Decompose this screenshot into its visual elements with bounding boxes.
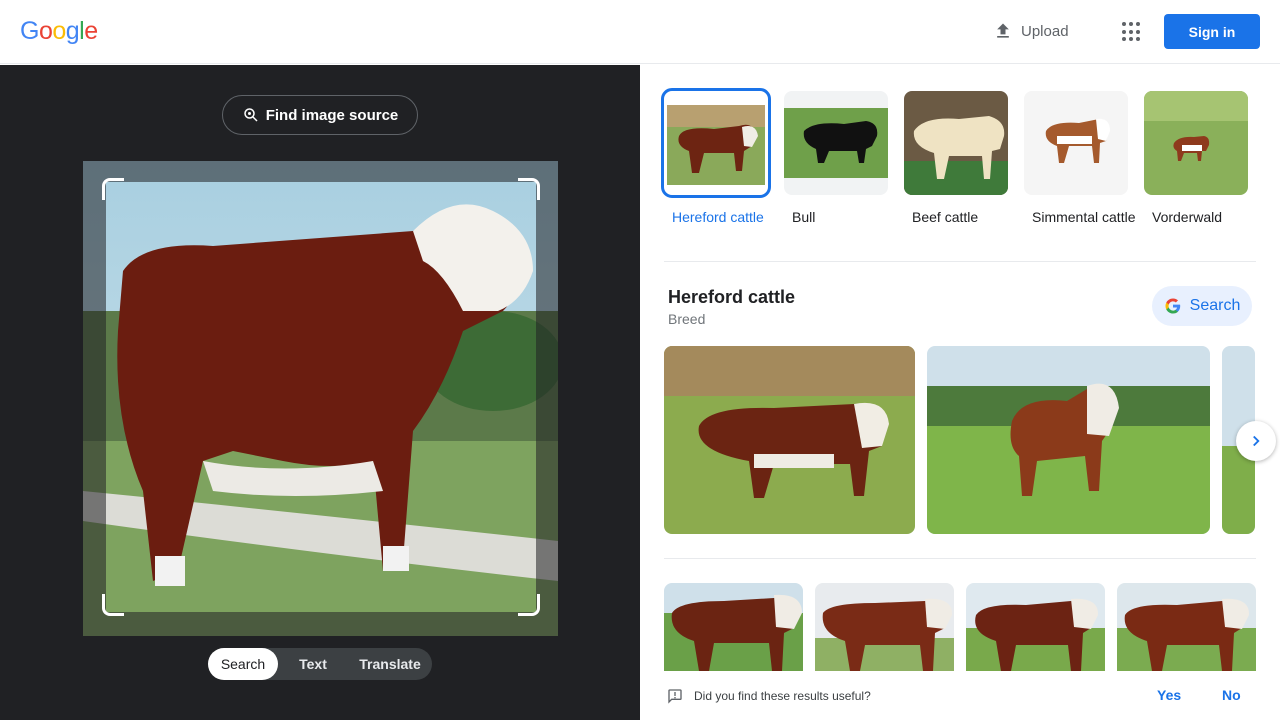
lens-mode-tabs: Search Text Translate bbox=[208, 648, 432, 680]
feedback-no-button[interactable]: No bbox=[1222, 687, 1241, 703]
result-image[interactable] bbox=[966, 583, 1105, 671]
tab-search[interactable]: Search bbox=[208, 648, 278, 680]
crop-handle-top-right[interactable] bbox=[518, 178, 540, 200]
crop-handle-top-left[interactable] bbox=[102, 178, 124, 200]
chip-bull[interactable]: Bull bbox=[784, 91, 896, 227]
chip-label: Vorderwald bbox=[1152, 209, 1223, 225]
entity-chips: Hereford cattle Bull Beef cattle Simment… bbox=[661, 88, 1264, 227]
logo-letter: g bbox=[65, 17, 80, 45]
tab-text[interactable]: Text bbox=[278, 648, 348, 680]
upload-button[interactable]: Upload bbox=[993, 21, 1069, 41]
google-logo[interactable]: Google bbox=[20, 17, 98, 46]
chip-thumbnail bbox=[784, 91, 888, 195]
chip-simmental-cattle[interactable]: Simmental cattle bbox=[1024, 91, 1136, 227]
section-divider bbox=[664, 558, 1256, 559]
result-image[interactable] bbox=[815, 583, 954, 671]
result-image[interactable] bbox=[1117, 583, 1256, 671]
section-divider bbox=[664, 261, 1256, 262]
chip-label: Simmental cattle bbox=[1032, 209, 1136, 225]
feedback-icon bbox=[668, 689, 682, 704]
entity-search-label: Search bbox=[1189, 297, 1241, 314]
result-image[interactable] bbox=[664, 346, 915, 534]
logo-letter: o bbox=[38, 17, 53, 45]
chip-vorderwald[interactable]: Vorderwald bbox=[1144, 91, 1256, 227]
top-header: Google Upload Sign in bbox=[0, 0, 1280, 64]
chip-thumbnail bbox=[1024, 91, 1128, 195]
chip-label: Bull bbox=[792, 209, 816, 225]
chip-thumbnail bbox=[661, 88, 771, 198]
google-g-icon bbox=[1165, 298, 1180, 314]
chip-thumbnail bbox=[904, 91, 1008, 195]
result-image[interactable] bbox=[664, 583, 803, 671]
entity-subtitle: Breed bbox=[668, 311, 706, 327]
feedback-question: Did you find these results useful? bbox=[694, 689, 871, 703]
tab-translate[interactable]: Translate bbox=[348, 648, 432, 680]
find-image-source-label: Find image source bbox=[265, 106, 399, 124]
feedback-bar: Did you find these results useful? Yes N… bbox=[640, 671, 1280, 720]
entity-title: Hereford cattle bbox=[668, 287, 796, 307]
crop-handle-bottom-left[interactable] bbox=[102, 594, 124, 616]
crop-handle-bottom-right[interactable] bbox=[518, 594, 540, 616]
chip-beef-cattle[interactable]: Beef cattle bbox=[904, 91, 1016, 227]
result-image[interactable] bbox=[927, 346, 1210, 534]
lens-search-icon bbox=[243, 108, 258, 122]
feedback-yes-button[interactable]: Yes bbox=[1157, 687, 1181, 703]
logo-letter: e bbox=[84, 17, 98, 45]
upload-label: Upload bbox=[1021, 22, 1069, 40]
sign-in-button[interactable]: Sign in bbox=[1164, 14, 1260, 49]
chevron-right-icon bbox=[1253, 435, 1260, 447]
results-panel: Hereford cattle Bull Beef cattle Simment… bbox=[640, 65, 1280, 720]
crop-selection[interactable] bbox=[102, 178, 540, 616]
chip-hereford-cattle[interactable]: Hereford cattle bbox=[661, 88, 776, 227]
chip-thumbnail bbox=[1144, 91, 1248, 195]
find-image-source-button[interactable]: Find image source bbox=[222, 95, 418, 135]
logo-letter: G bbox=[20, 17, 39, 45]
carousel-next-button[interactable] bbox=[1236, 421, 1276, 461]
chip-label: Beef cattle bbox=[912, 209, 979, 225]
chip-label: Hereford cattle bbox=[672, 209, 764, 225]
logo-letter: o bbox=[52, 17, 66, 45]
entity-search-button[interactable]: Search bbox=[1152, 286, 1252, 326]
apps-grid-icon[interactable] bbox=[1122, 22, 1142, 42]
upload-icon bbox=[997, 23, 1009, 38]
